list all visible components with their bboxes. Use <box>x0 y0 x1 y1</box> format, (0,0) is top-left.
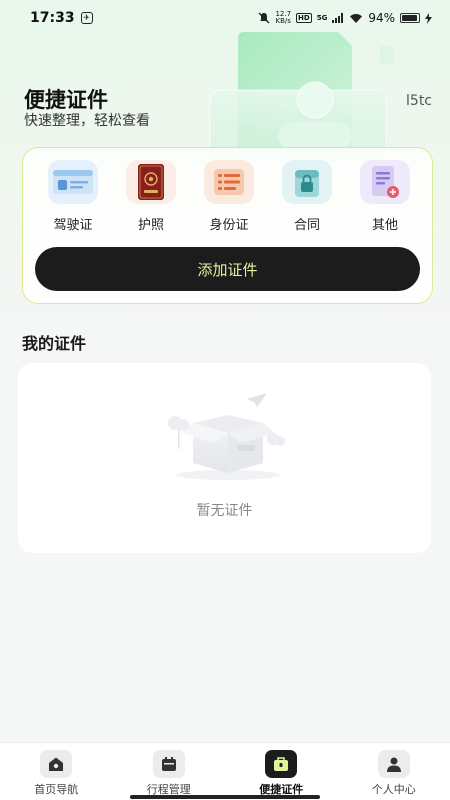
drivers-license-icon <box>53 170 93 194</box>
cert-type-label: 其他 <box>371 218 398 233</box>
charging-icon <box>425 12 432 24</box>
status-time: 17:33 <box>30 10 75 26</box>
drivers-license-icon-wrap <box>48 160 98 204</box>
network-speed: 12.7 KB/s <box>275 11 291 25</box>
battery-percent: 94% <box>368 11 395 25</box>
person-icon <box>377 750 410 778</box>
network-speed-unit: KB/s <box>275 17 291 25</box>
hero-tag: l5tc <box>406 93 432 109</box>
signal-icon <box>332 13 344 23</box>
status-indicators: 12.7 KB/s HD 5G 94% <box>258 11 432 25</box>
my-certs-title: 我的证件 <box>22 334 87 353</box>
battery-fill <box>402 15 418 21</box>
briefcase-icon <box>265 750 298 778</box>
other-docs-icon-wrap <box>360 160 410 204</box>
contract-icon-wrap <box>282 160 332 204</box>
nav-item-home[interactable]: 首页导航 <box>0 743 113 800</box>
empty-state-text: 暂无证件 <box>196 503 253 519</box>
cert-type-card: 驾驶证 护照 身份证 合同 其他 添加证件 <box>22 147 433 304</box>
nav-label: 首页导航 <box>34 783 79 796</box>
nav-label: 个人中心 <box>371 783 416 796</box>
passport-icon <box>138 164 164 200</box>
cert-type-list: 驾驶证 护照 身份证 合同 其他 <box>37 160 421 233</box>
app-notification-icon: ✈ <box>80 12 93 24</box>
cert-type-label: 合同 <box>293 218 320 233</box>
cert-type-other[interactable]: 其他 <box>349 160 421 233</box>
empty-state-card: 暂无证件 <box>18 363 431 553</box>
contract-icon <box>295 170 319 197</box>
other-docs-icon <box>372 166 399 198</box>
cert-type-id-card[interactable]: 身份证 <box>193 160 265 233</box>
home-indicator <box>130 795 320 799</box>
itinerary-icon <box>152 750 185 778</box>
network-type: 5G <box>316 14 328 22</box>
nav-item-profile[interactable]: 个人中心 <box>338 743 450 800</box>
home-icon <box>40 750 73 778</box>
id-card-icon-wrap <box>204 160 254 204</box>
passport-icon-wrap <box>126 160 176 204</box>
bottom-nav: 首页导航 行程管理 便捷证件 个人中心 <box>0 742 450 800</box>
cert-type-label: 护照 <box>137 218 164 233</box>
hd-badge: HD <box>296 13 312 23</box>
battery-icon <box>400 13 420 23</box>
wifi-icon <box>350 13 363 23</box>
cert-type-label: 身份证 <box>209 218 249 233</box>
cert-type-drivers-license[interactable]: 驾驶证 <box>37 160 109 233</box>
page-subtitle: 快速整理，轻松查看 <box>24 113 150 129</box>
add-certificate-button[interactable]: 添加证件 <box>35 247 420 291</box>
cert-type-contract[interactable]: 合同 <box>271 160 343 233</box>
cert-type-label: 驾驶证 <box>53 218 93 233</box>
mute-bell-icon <box>258 12 270 24</box>
id-card-icon <box>214 169 244 195</box>
empty-box-illustration <box>168 393 285 480</box>
nav-item-itinerary[interactable]: 行程管理 <box>113 743 226 800</box>
nav-item-certificates[interactable]: 便捷证件 <box>225 743 338 800</box>
cert-type-passport[interactable]: 护照 <box>115 160 187 233</box>
